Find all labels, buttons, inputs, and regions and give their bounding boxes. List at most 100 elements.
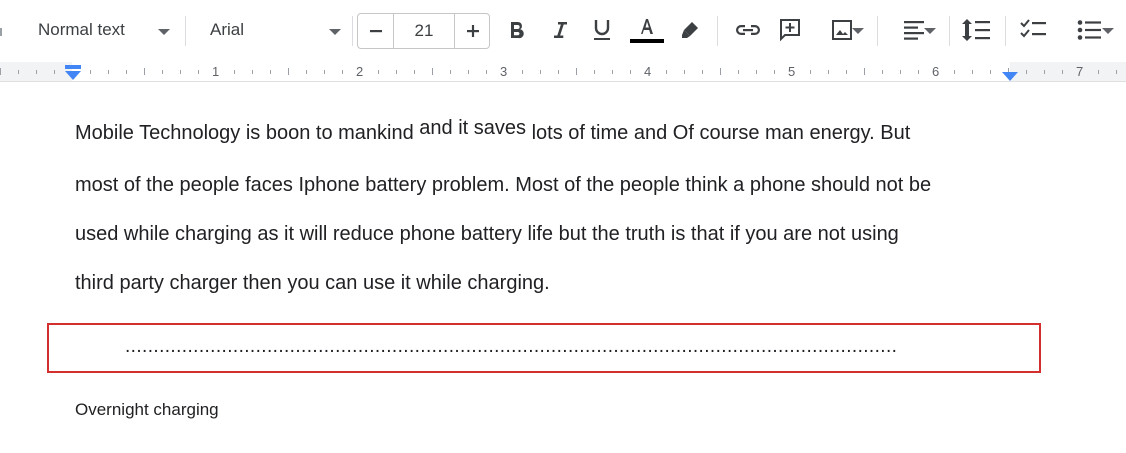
insert-link-button[interactable] <box>733 17 763 43</box>
italic-icon <box>554 22 567 38</box>
ruler-tick <box>342 70 343 74</box>
decrease-font-size-button[interactable] <box>358 14 393 48</box>
ruler-tick <box>288 68 289 75</box>
align-button[interactable] <box>892 17 938 43</box>
ruler-number: 5 <box>788 64 796 79</box>
ruler-tick <box>954 70 955 74</box>
toolbar-separator <box>1005 16 1006 46</box>
highlighted-dotted-line-box: ........................................… <box>47 323 1041 373</box>
ruler-tick <box>702 70 703 74</box>
section-heading: Overnight charging <box>75 400 219 419</box>
plus-icon <box>466 25 479 37</box>
highlight-color-button[interactable] <box>677 17 703 43</box>
ruler-tick <box>918 70 919 74</box>
ruler-tick <box>900 70 901 74</box>
ruler-tick <box>180 70 181 74</box>
ruler-number: 1 <box>212 64 220 79</box>
ruler-tick <box>1098 70 1099 74</box>
ruler-tick <box>738 70 739 74</box>
chevron-down-icon <box>924 28 936 34</box>
increase-font-size-button[interactable] <box>455 14 490 48</box>
text-segment: lots of time and Of course man energy. B… <box>526 122 911 144</box>
text-color-button[interactable] <box>630 17 664 43</box>
ruler-tick <box>108 70 109 74</box>
right-indent-marker[interactable] <box>1001 71 1019 82</box>
font-size-control: 21 <box>357 13 490 49</box>
underline-icon <box>594 20 610 40</box>
bulleted-list-icon <box>1077 20 1101 40</box>
ruler-number: 4 <box>644 64 652 79</box>
toolbar-separator <box>717 16 718 46</box>
ruler-tick <box>666 70 667 74</box>
ruler-tick <box>396 70 397 74</box>
toolbar-separator <box>949 16 950 46</box>
chevron-down-icon <box>158 29 170 35</box>
ruler-tick <box>324 70 325 74</box>
ruler-tick <box>684 70 685 74</box>
ruler-tick <box>1116 70 1117 74</box>
bold-button[interactable] <box>504 17 530 43</box>
insert-image-button[interactable] <box>818 17 866 43</box>
paragraph-style-label: Normal text <box>38 20 125 39</box>
ruler-tick <box>234 70 235 74</box>
ruler-tick <box>720 68 721 75</box>
ruler-tick <box>558 70 559 74</box>
ruler-tick <box>198 70 199 74</box>
ruler-tick <box>432 68 433 75</box>
chevron-down-icon <box>329 29 341 35</box>
ruler-tick <box>450 70 451 74</box>
toolbar: Normal text Arial 21 <box>0 0 1126 62</box>
toolbar-separator <box>877 16 878 46</box>
underline-button[interactable] <box>589 17 615 43</box>
ruler-tick <box>864 68 865 75</box>
paragraph-line-1: Mobile Technology is boon to mankind and… <box>75 117 911 145</box>
horizontal-ruler[interactable]: 1 2 3 4 5 6 7 <box>0 62 1126 82</box>
ruler-number: 3 <box>500 64 508 79</box>
link-icon <box>736 25 760 35</box>
ruler-number: 7 <box>1076 64 1084 79</box>
left-indent-marker[interactable] <box>64 65 82 81</box>
ruler-tick <box>612 70 613 74</box>
paragraph-line-3: used while charging as it will reduce ph… <box>75 223 899 245</box>
ruler-tick <box>378 70 379 74</box>
ruler-tick <box>54 70 55 74</box>
highlighter-icon <box>682 22 698 38</box>
ruler-tick <box>486 70 487 74</box>
checklist-button[interactable] <box>1020 17 1048 43</box>
ruler-tick <box>594 70 595 74</box>
ruler-tick <box>576 68 577 75</box>
chevron-down-icon <box>1102 28 1114 34</box>
bulleted-list-button[interactable] <box>1064 17 1116 43</box>
ruler-tick <box>468 70 469 74</box>
line-spacing-button[interactable] <box>962 17 992 43</box>
ruler-tick <box>522 70 523 74</box>
font-size-input[interactable]: 21 <box>394 14 454 48</box>
ruler-tick <box>990 70 991 74</box>
ruler-tick <box>630 70 631 74</box>
checklist-icon <box>1020 19 1046 38</box>
ruler-tick <box>810 70 811 74</box>
ruler-tick <box>162 70 163 74</box>
ruler-tick <box>144 68 145 75</box>
add-comment-button[interactable] <box>777 17 803 43</box>
ruler-tick <box>1026 70 1027 74</box>
ruler-tick <box>414 70 415 74</box>
ruler-tick <box>36 70 37 74</box>
line-spacing-icon <box>962 19 990 41</box>
font-family-dropdown[interactable]: Arial <box>198 14 348 48</box>
ruler-tick <box>0 68 1 75</box>
text-segment: Mobile Technology is boon to mankind <box>75 122 420 144</box>
ruler-tick <box>882 70 883 74</box>
ruler-tick <box>306 70 307 74</box>
paragraph-line-4: third party charger then you can use it … <box>75 272 550 294</box>
ruler-tick <box>774 70 775 74</box>
document-page[interactable]: Mobile Technology is boon to mankind and… <box>0 82 1126 453</box>
text-color-icon <box>630 19 664 43</box>
italic-button[interactable] <box>547 17 573 43</box>
paragraph-style-dropdown[interactable]: Normal text <box>26 14 176 48</box>
ruler-number: 2 <box>356 64 364 79</box>
ruler-tick <box>18 70 19 74</box>
superscript-text: and it saves <box>419 117 527 139</box>
paragraph-line-2: most of the people faces Iphone battery … <box>75 174 932 196</box>
toolbar-left-edge <box>0 28 6 36</box>
